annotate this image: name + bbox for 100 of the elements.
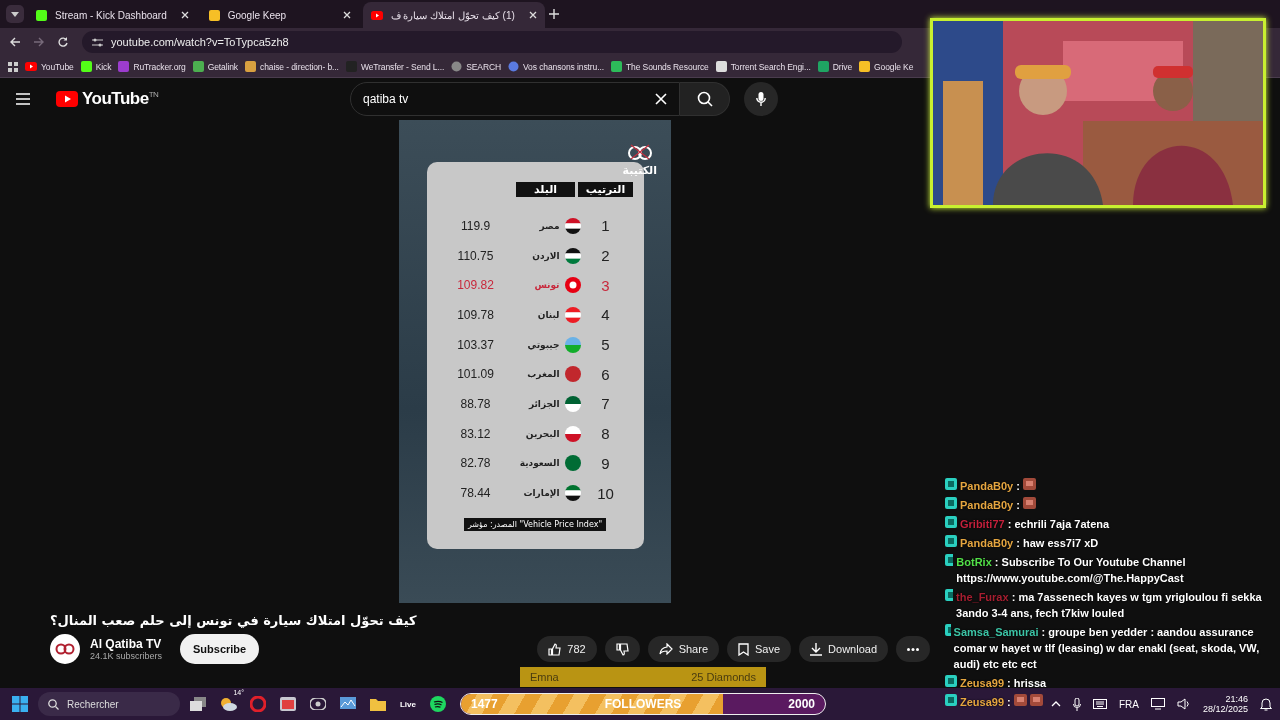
share-button[interactable]: Share <box>647 636 719 662</box>
site-icon <box>508 61 519 72</box>
badge-icon <box>945 675 957 687</box>
menu-icon[interactable] <box>16 93 30 105</box>
voice-search-button[interactable] <box>744 82 778 116</box>
price-index-value: 103.37 <box>456 337 495 352</box>
rank-number: 3 <box>600 276 611 294</box>
keyboard-icon[interactable] <box>1092 699 1107 709</box>
country-name: مصر <box>539 220 560 231</box>
emote-icon <box>1022 478 1036 490</box>
reload-icon[interactable] <box>58 37 68 47</box>
price-index-value: 78.44 <box>459 486 492 501</box>
emote-icon <box>1022 497 1036 509</box>
chat-message: PandaB0y : haw ess7i7 xD <box>960 536 1099 551</box>
bookmark-link[interactable]: SEARCH <box>451 61 501 72</box>
bookmark-link[interactable]: Torrent Search Engi... <box>715 61 811 72</box>
bookmark-link[interactable]: The Sounds Resource <box>611 61 709 72</box>
chevron-up-icon[interactable] <box>1050 701 1061 707</box>
clear-icon[interactable] <box>655 93 667 105</box>
browser-tab[interactable]: Google Keep <box>200 2 359 28</box>
country-name: لبنان <box>537 309 560 320</box>
tab-menu-button[interactable] <box>6 5 24 23</box>
chat-message: BotRix : Subscribe To Our Youtube Channel https://www.youtube.com/@The.HappyCast <box>956 555 1187 586</box>
site-icon <box>859 61 871 72</box>
chat-message: PandaB0y : <box>960 479 1020 494</box>
clock-time[interactable]: 21:46 <box>1225 694 1248 704</box>
price-index-value: 88.78 <box>459 396 492 411</box>
microphone-icon[interactable] <box>1072 697 1081 711</box>
chat-message: PandaB0y : <box>960 498 1020 513</box>
chat-message: Zeusa99 : hrissa <box>960 676 1047 691</box>
thumbs-up-icon <box>548 642 562 656</box>
flag-icon <box>564 395 581 412</box>
site-icon <box>611 61 622 72</box>
clock-date[interactable]: 28/12/2025 <box>1202 704 1248 714</box>
bookmark-link[interactable]: chaise - direction- b... <box>245 61 339 72</box>
bookmark-link[interactable]: Drive <box>817 61 853 72</box>
site-icon <box>25 62 37 71</box>
like-button[interactable]: 782 <box>537 636 597 662</box>
close-icon[interactable] <box>342 11 351 19</box>
bookmark-link[interactable]: YouTube <box>25 61 74 72</box>
site-icon <box>118 61 130 72</box>
dislike-button[interactable] <box>604 636 640 662</box>
bookmark-link[interactable]: RuTracker.org <box>118 61 186 72</box>
flag-icon <box>564 366 581 383</box>
flag-icon <box>564 425 581 442</box>
bookmark-link[interactable]: Getalink <box>192 61 238 72</box>
taskbar-search-field[interactable]: Rechercher <box>38 692 180 716</box>
donor-name: Emna <box>530 671 559 683</box>
back-icon[interactable] <box>10 37 20 47</box>
new-tab-icon[interactable] <box>548 9 559 19</box>
language-indicator[interactable]: FRA <box>1118 698 1139 710</box>
bookmark-link[interactable]: Vos chansons instru... <box>508 61 604 72</box>
country-name: الجزائر <box>528 398 560 409</box>
chat-message: Zeusa99 : <box>960 695 1011 710</box>
search-icon <box>696 91 713 107</box>
youtube-logo[interactable]: YouTube$^{TN}$ <box>82 89 159 109</box>
apps-icon[interactable] <box>8 61 18 72</box>
subscribe-button[interactable]: Subscribe <box>180 634 260 664</box>
bookmark-link[interactable]: Google Ke <box>859 61 914 72</box>
download-button[interactable]: Download <box>799 636 888 662</box>
channel-avatar[interactable] <box>50 634 80 664</box>
caret-icon <box>11 11 19 17</box>
rank-number: 10 <box>596 484 615 502</box>
channel-name[interactable]: Al Qatiba TV <box>90 637 170 651</box>
thumbs-down-icon <box>615 642 629 656</box>
speaker-icon[interactable] <box>1176 698 1191 710</box>
followers-goal: 2000 <box>788 697 815 711</box>
download-icon <box>810 642 823 656</box>
close-icon[interactable] <box>528 11 537 19</box>
search-icon <box>48 698 59 710</box>
badge-icon <box>945 554 954 566</box>
rank-number: 6 <box>600 365 611 383</box>
search-field[interactable]: qatiba tv <box>350 82 680 116</box>
browser-tab[interactable]: Stream - Kick Dashboard <box>28 2 197 28</box>
forward-icon[interactable] <box>34 37 44 47</box>
badge-icon <box>945 589 954 601</box>
more-button[interactable] <box>896 636 930 662</box>
weather-icon <box>219 697 237 711</box>
address-bar[interactable]: youtube.com/watch?v=ToTypca5zh8 <box>82 31 902 53</box>
followers-label: FOLLOWERS <box>604 697 682 711</box>
video-player[interactable] <box>399 120 671 603</box>
video-title: كيف تحوّل امتلاك سيارة في تونس إلى حلم صعب المنال؟ <box>49 612 418 628</box>
flag-icon <box>564 485 581 502</box>
price-index-value: 82.78 <box>459 456 492 471</box>
bookmark-link[interactable]: Kick <box>80 61 112 72</box>
country-name: الإمارات <box>523 488 560 499</box>
browser-tab[interactable]: (1) كيف تحوّل امتلاك سيارة ف <box>362 2 545 28</box>
site-icon <box>817 61 829 72</box>
badge-icon <box>945 478 957 490</box>
search-button[interactable] <box>680 82 730 116</box>
bookmark-link[interactable]: WeTransfer - Send L... <box>345 61 445 72</box>
badge-icon <box>945 624 951 636</box>
badge-icon <box>945 694 957 706</box>
country-name: تونس <box>534 280 560 291</box>
save-button[interactable]: Save <box>727 636 792 662</box>
sliders-icon[interactable] <box>92 37 103 47</box>
rank-number: 2 <box>600 247 611 265</box>
notification-bell-icon[interactable] <box>1260 697 1272 711</box>
live-app-button[interactable]: Live <box>396 692 420 716</box>
close-icon[interactable] <box>180 11 189 19</box>
